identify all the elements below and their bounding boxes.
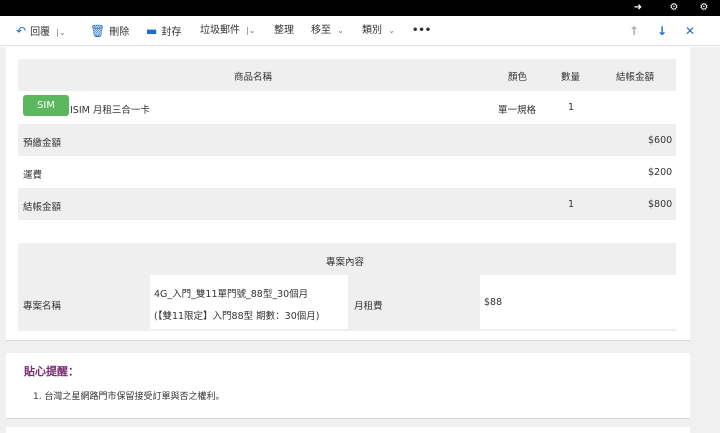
reminder-panel: 貼心提醒： 1. 台灣之星網路門市保留接受訂單與否之權利。 (6, 353, 690, 419)
move-to-label: 移至 (311, 25, 331, 36)
trash-icon: 🗑 (90, 24, 106, 38)
product-quantity: 1 (568, 102, 575, 113)
shipping-label: 運費 (23, 170, 43, 181)
total-amount: $800 (648, 199, 673, 210)
total-row: 結帳金額 1 $800 (18, 188, 676, 220)
monthly-fee-box: $88 (480, 275, 676, 329)
sweep-button[interactable]: 整理 (274, 22, 294, 40)
product-spec: 單一規格 (498, 105, 537, 116)
order-panel: 商品名稱 顏色 數量 結帳金額 SIM ISIM 月租三合一卡 單一規格 1 預… (6, 47, 690, 341)
message-toolbar: ↶ 回覆 |⌄ 🗑 刪除 ▬ 封存 垃圾郵件 |⌄ 整理 移至 ⌄ 類別 ⌄ ••• … (0, 16, 720, 46)
reply-button[interactable]: ↶ 回覆 |⌄ (16, 22, 66, 40)
order-table-header: 商品名稱 顏色 數量 結帳金額 (18, 59, 676, 91)
sweep-label: 整理 (274, 25, 294, 36)
plan-name-label: 專案名稱 (23, 301, 62, 312)
prepaid-label: 預繳金額 (23, 138, 62, 149)
chevron-down-icon[interactable]: |⌄ (246, 26, 255, 35)
next-panel (6, 427, 690, 433)
total-label: 結帳金額 (23, 202, 62, 213)
header-quantity: 數量 (561, 72, 581, 83)
monthly-fee-label: 月租費 (354, 301, 383, 312)
reply-label: 回覆 (30, 27, 51, 38)
archive-icon: ▬ (146, 24, 158, 38)
reminder-item: 1. 台灣之星網路門市保留接受訂單與否之權利。 (33, 392, 225, 402)
total-quantity: 1 (568, 199, 575, 210)
chevron-down-icon: ⌄ (337, 26, 344, 35)
delete-label: 刪除 (109, 27, 130, 38)
plan-name-box: 4G_入門_雙11單門號_88型_30個月 (【雙11限定】入門88型 期數：3… (150, 275, 348, 329)
message-body[interactable]: 商品名稱 顏色 數量 結帳金額 SIM ISIM 月租三合一卡 單一規格 1 預… (0, 47, 720, 433)
prepaid-amount: $600 (648, 135, 673, 146)
table-row: 預繳金額 $600 (18, 124, 676, 156)
header-color: 顏色 (508, 72, 528, 83)
plan-name-line2: (【雙11限定】入門88型 期數：30個月) (154, 311, 320, 322)
delete-button[interactable]: 🗑 刪除 (90, 22, 129, 40)
junk-label: 垃圾郵件 (200, 25, 240, 36)
monthly-fee: $88 (484, 297, 503, 308)
plan-header: 專案內容 (326, 257, 365, 268)
header-checkout-amount: 結帳金額 (616, 72, 655, 83)
reminder-title: 貼心提醒： (24, 365, 79, 378)
sim-badge: SIM (23, 95, 69, 116)
categories-button[interactable]: 類別 ⌄ (362, 22, 395, 40)
chevron-down-icon[interactable]: |⌄ (56, 28, 65, 37)
forward-icon[interactable]: ➜ (624, 1, 652, 15)
arrow-down-icon[interactable]: ↓ (652, 22, 672, 40)
settings-icon[interactable]: ⚙ (660, 1, 688, 15)
chevron-down-icon: ⌄ (388, 26, 395, 35)
arrow-up-icon[interactable]: ↑ (624, 22, 644, 40)
title-bar: ➜ ⚙ ⚙ (0, 0, 720, 16)
junk-button[interactable]: 垃圾郵件 |⌄ (200, 22, 256, 40)
help-icon[interactable]: ⚙ (690, 1, 718, 15)
close-icon[interactable]: ✕ (680, 22, 700, 40)
more-button[interactable]: ••• (412, 22, 431, 40)
plan-name-line1: 4G_入門_雙11單門號_88型_30個月 (154, 289, 309, 300)
header-product-name: 商品名稱 (234, 72, 273, 83)
plan-table: 專案內容 專案名稱 4G_入門_雙11單門號_88型_30個月 (【雙11限定】… (18, 243, 676, 331)
archive-label: 封存 (161, 27, 182, 38)
shipping-amount: $200 (648, 167, 673, 178)
categories-label: 類別 (362, 25, 382, 36)
reply-icon: ↶ (16, 24, 27, 38)
move-to-button[interactable]: 移至 ⌄ (311, 22, 344, 40)
archive-button[interactable]: ▬ 封存 (146, 22, 181, 40)
product-name: ISIM 月租三合一卡 (70, 105, 150, 116)
